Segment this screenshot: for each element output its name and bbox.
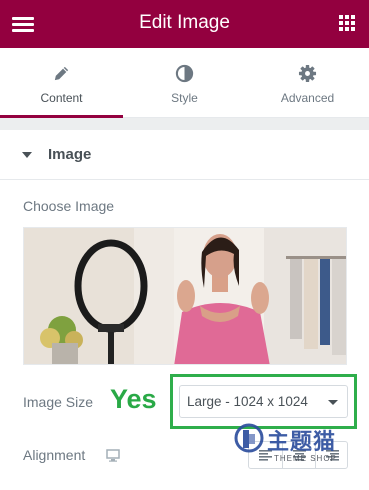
- tab-content[interactable]: Content: [0, 48, 123, 118]
- tab-style[interactable]: Style: [123, 48, 246, 118]
- tab-style-label: Style: [171, 91, 198, 105]
- section-title: Image: [48, 146, 92, 163]
- watermark-text: 主题猫: [267, 429, 337, 454]
- editor-header: Edit Image: [0, 0, 369, 48]
- gear-icon: [298, 64, 317, 83]
- panel-title: Edit Image: [139, 12, 230, 33]
- section-spacer: [0, 118, 369, 130]
- chevron-down-icon: [328, 400, 338, 405]
- image-size-label: Image Size: [23, 394, 94, 410]
- annotation-yes: Yes: [110, 384, 157, 414]
- widgets-grid-icon[interactable]: [339, 15, 356, 32]
- watermark-logo-icon: [234, 423, 264, 453]
- half-circle-icon: [175, 64, 194, 83]
- image-size-select[interactable]: Large - 1024 x 1024: [179, 385, 348, 418]
- watermark-subtext: THEME SHOP: [274, 454, 337, 463]
- image-section-toggle[interactable]: Image: [0, 130, 369, 180]
- image-size-value: Large - 1024 x 1024: [187, 394, 308, 409]
- alignment-label: Alignment: [23, 447, 86, 463]
- tab-content-label: Content: [40, 91, 83, 105]
- tab-advanced-label: Advanced: [280, 91, 335, 105]
- photo-woman-ring-light: [24, 228, 346, 364]
- panel-tabs: Content Style Advanced: [0, 48, 369, 118]
- image-preview[interactable]: [23, 227, 347, 365]
- pencil-icon: [54, 66, 69, 81]
- tab-advanced[interactable]: Advanced: [246, 48, 369, 118]
- watermark: 主题猫 THEME SHOP: [234, 420, 364, 470]
- caret-down-icon: [22, 152, 32, 158]
- choose-image-label: Choose Image: [23, 198, 115, 214]
- monitor-icon[interactable]: [106, 449, 120, 462]
